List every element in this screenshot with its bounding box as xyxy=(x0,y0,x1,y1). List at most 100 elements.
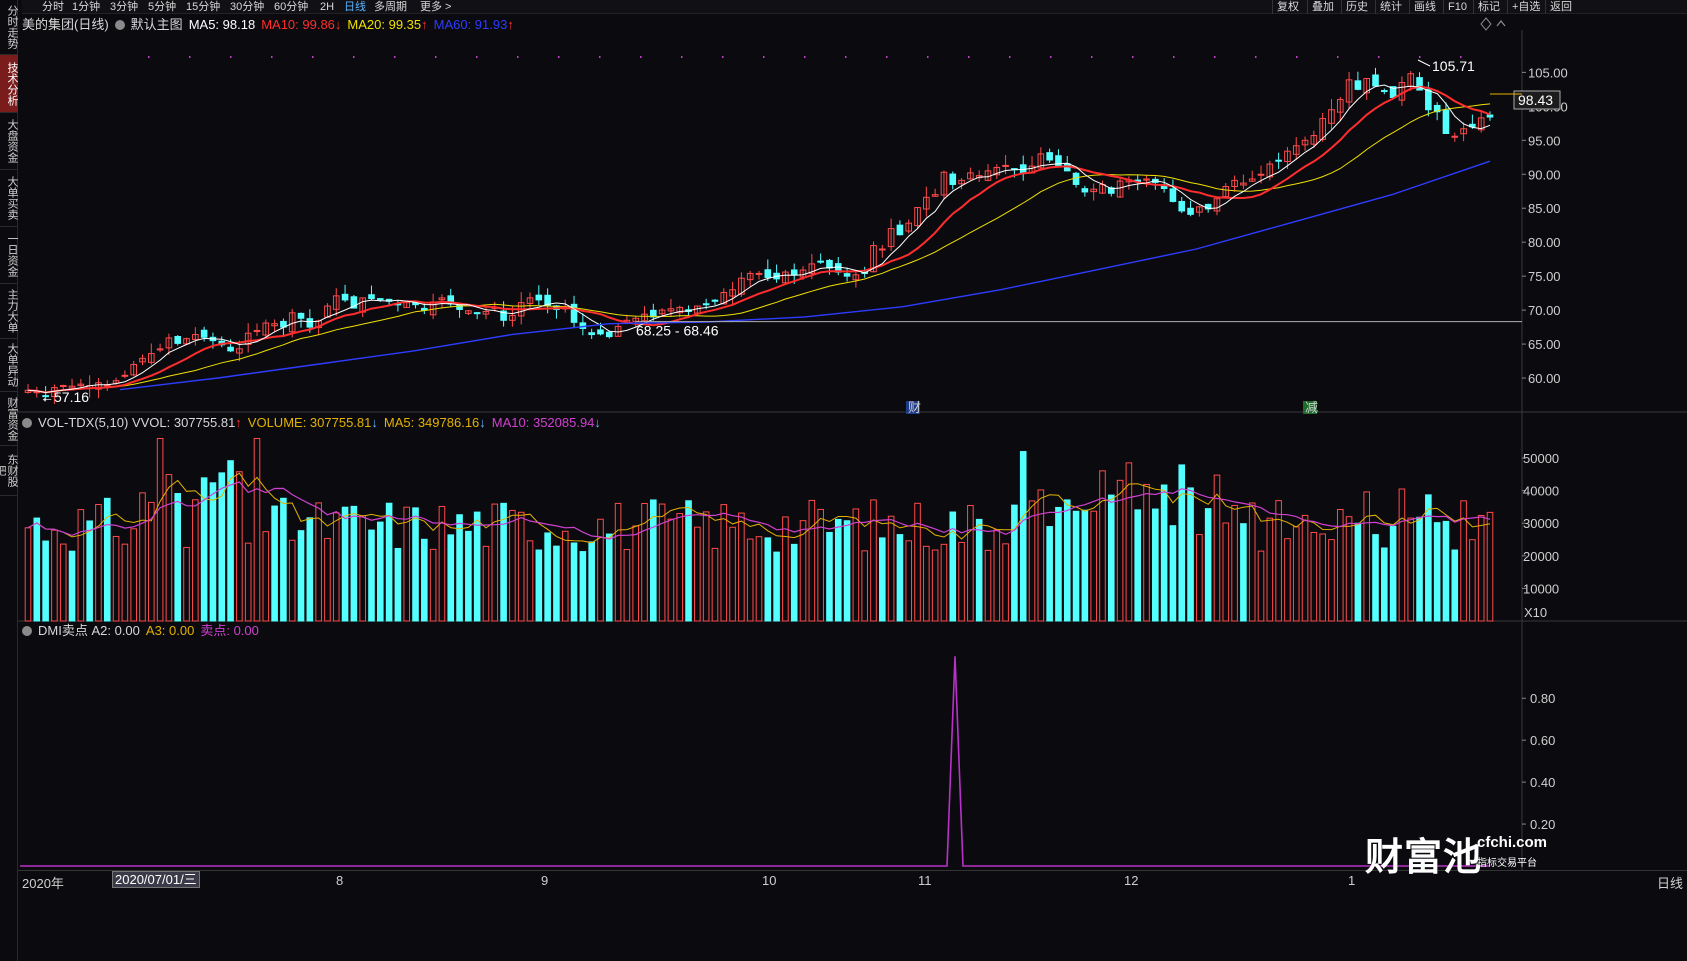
left-tab[interactable]: 大单买卖 xyxy=(0,170,18,227)
period-tab[interactable]: 更多 > xyxy=(420,0,451,14)
signal-dot xyxy=(1214,56,1216,58)
volume-bar xyxy=(33,517,41,622)
candle-body xyxy=(1486,114,1494,118)
signal-dot xyxy=(968,56,970,58)
left-tab[interactable]: 主力大单 xyxy=(0,284,18,339)
volume-bar xyxy=(1011,504,1018,622)
period-tab[interactable]: 日线 xyxy=(344,0,366,14)
candle-body xyxy=(1451,135,1459,138)
volume-bar xyxy=(174,493,182,622)
volume-tick-label: 10000 xyxy=(1523,581,1559,596)
period-tab[interactable]: 2H xyxy=(320,0,334,14)
toolbar-button[interactable]: +自选 xyxy=(1512,0,1540,14)
volume-bar xyxy=(209,482,217,622)
signal-dot xyxy=(476,56,478,58)
period-tab[interactable]: 多周期 xyxy=(374,0,407,14)
volume-bar xyxy=(456,514,463,622)
volume-bar xyxy=(1319,533,1326,622)
signal-dot xyxy=(681,56,683,58)
toolbar-button[interactable]: 标记 xyxy=(1478,0,1500,14)
period-tab[interactable]: 5分钟 xyxy=(148,0,176,14)
volume-bar xyxy=(694,526,701,622)
volume-bar xyxy=(68,550,76,622)
volume-bar xyxy=(1028,500,1036,622)
left-tab[interactable]: 分时走势 xyxy=(0,0,18,55)
watermark-brand: 财富池 xyxy=(1365,835,1483,879)
signal-dot xyxy=(517,56,519,58)
dmi-sell-line xyxy=(20,656,1490,867)
volume-bar xyxy=(236,471,243,622)
period-tab[interactable]: 分时 xyxy=(42,0,64,14)
volume-tick-label: 20000 xyxy=(1523,549,1559,564)
signal-dot xyxy=(599,56,601,58)
toolbar-separator xyxy=(1473,0,1474,14)
volume-bar xyxy=(746,538,754,622)
left-tab[interactable]: 东财股吧 xyxy=(0,446,18,496)
volume-bar xyxy=(112,535,120,622)
volume-bar xyxy=(1433,522,1441,622)
event-label-cai: 财 xyxy=(908,400,921,415)
toolbar-separator xyxy=(1272,0,1273,14)
period-tab[interactable]: 3分钟 xyxy=(110,0,138,14)
kline-chart-area[interactable]: 105.00100.0095.0090.0085.0080.0075.0070.… xyxy=(18,14,1687,870)
volume-bar xyxy=(500,502,507,622)
signal-dot xyxy=(1132,56,1134,58)
volume-bar xyxy=(658,503,666,622)
volume-ma5-line xyxy=(27,472,1491,544)
candle-body xyxy=(253,329,261,332)
volume-tick-label: 50000 xyxy=(1523,451,1559,466)
volume-bar xyxy=(1187,487,1194,622)
volume-bar xyxy=(1090,510,1097,622)
volume-bar xyxy=(1152,508,1159,622)
volume-bar xyxy=(879,537,886,622)
volume-bar xyxy=(1328,539,1335,622)
toolbar-button[interactable]: 返回 xyxy=(1550,0,1572,14)
toolbar-button[interactable]: 复权 xyxy=(1277,0,1299,14)
left-tab[interactable]: 一日资金 xyxy=(0,227,18,284)
signal-dot xyxy=(394,56,396,58)
left-tab[interactable]: 财富资金 xyxy=(0,392,18,446)
left-side-tabs: 分时走势 技术分析 大盘资金 大单买卖 一日资金 主力大单 大单异动 财富资金 东财股吧 xyxy=(0,0,18,961)
price-tick-label: 95.00 xyxy=(1528,133,1561,148)
dmi-tick-label: 0.80 xyxy=(1530,691,1555,706)
volume-bar xyxy=(782,516,789,622)
period-indicator: 日线 xyxy=(1656,876,1683,891)
volume-bar xyxy=(588,541,595,622)
range-annotation: 68.25 - 68.46 xyxy=(636,323,719,339)
left-tab[interactable]: 技术分析 xyxy=(0,55,18,113)
watermark-url: cfchi.com xyxy=(1477,834,1548,851)
time-axis-label: 12 xyxy=(1124,873,1139,888)
period-tab[interactable]: 1分钟 xyxy=(72,0,100,14)
volume-bar xyxy=(473,511,481,622)
left-tab[interactable]: 大盘资金 xyxy=(0,113,18,170)
volume-bar xyxy=(517,511,525,622)
volume-bar xyxy=(614,502,622,622)
volume-bar xyxy=(808,499,816,622)
toolbar-separator xyxy=(1443,0,1444,14)
toolbar-button[interactable]: 画线 xyxy=(1414,0,1436,14)
candle-body xyxy=(790,269,798,276)
price-tick-label: 90.00 xyxy=(1528,167,1561,182)
signal-dot xyxy=(804,56,806,58)
candle-body xyxy=(368,294,375,300)
last-price-label: 98.43 xyxy=(1518,92,1553,108)
period-tab[interactable]: 15分钟 xyxy=(186,0,220,14)
left-tab[interactable]: 大单异动 xyxy=(0,339,18,392)
volume-bar xyxy=(1416,516,1423,622)
toolbar-button[interactable]: 统计 xyxy=(1380,0,1402,14)
period-tab[interactable]: 30分钟 xyxy=(230,0,264,14)
toolbar-button[interactable]: 叠加 xyxy=(1312,0,1334,14)
volume-bar xyxy=(24,527,32,622)
toolbar-button[interactable]: F10 xyxy=(1448,0,1467,14)
candle-body xyxy=(306,318,314,328)
volume-bar xyxy=(280,497,287,622)
candle-body xyxy=(1257,173,1265,176)
period-tab[interactable]: 60分钟 xyxy=(274,0,308,14)
signal-dot xyxy=(271,56,273,58)
volume-bar xyxy=(412,507,419,622)
toolbar-separator xyxy=(1545,0,1546,14)
volume-bar xyxy=(702,511,710,622)
toolbar-button[interactable]: 历史 xyxy=(1346,0,1368,14)
volume-bar xyxy=(984,549,992,622)
candle-body xyxy=(59,385,67,388)
